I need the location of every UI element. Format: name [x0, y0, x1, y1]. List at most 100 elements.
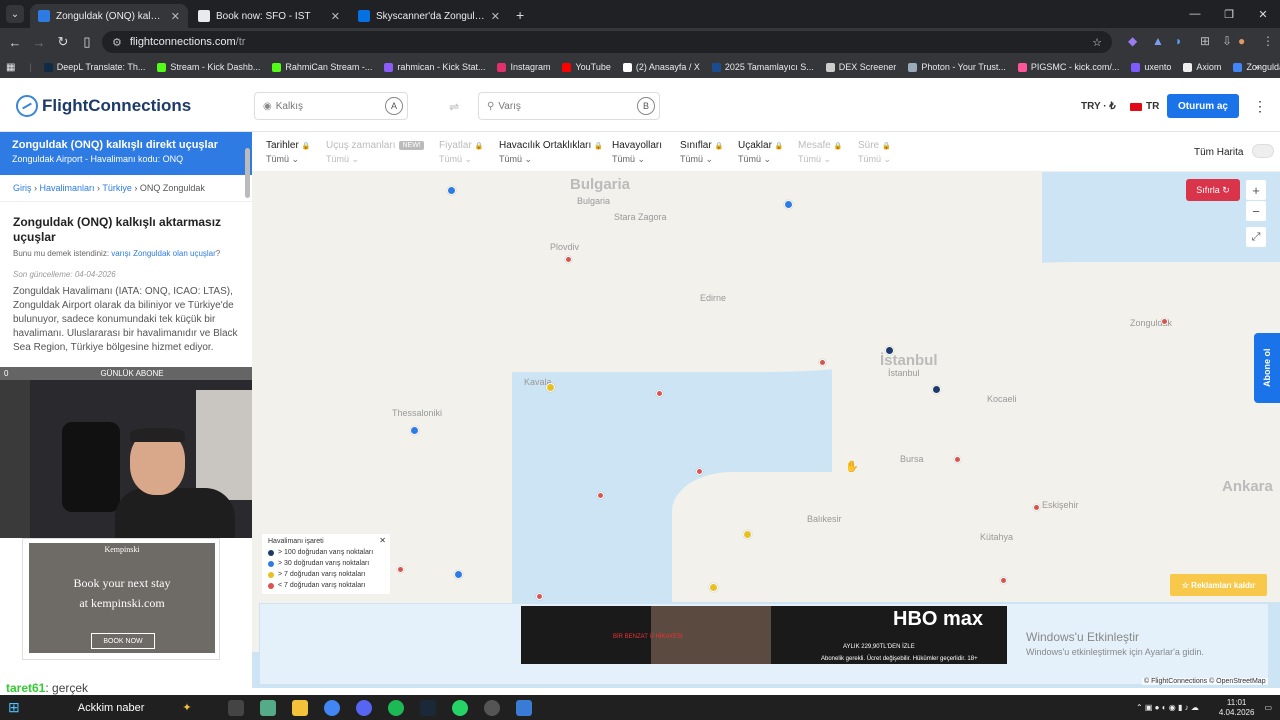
tab-close-icon[interactable]: ✕: [171, 10, 180, 23]
tab-search-icon[interactable]: ⌄: [6, 5, 24, 23]
discord-icon[interactable]: [355, 699, 372, 716]
suggestion-link[interactable]: varışı Zonguldak olan uçuşlar: [111, 249, 216, 258]
apps-grid-icon[interactable]: ▦: [6, 62, 15, 73]
airport-marker[interactable]: [565, 256, 572, 263]
forward-icon[interactable]: →: [27, 35, 51, 50]
filter-dates[interactable]: Tarihler 🔒 Tümü ⌄: [266, 140, 311, 165]
tab-book-now[interactable]: Book now: SFO - IST ✕: [190, 4, 348, 28]
filter-prices[interactable]: Fiyatlar 🔒 Tümü ⌄: [439, 140, 484, 165]
bookmark-item[interactable]: Axiom: [1183, 62, 1221, 72]
bookmark-item[interactable]: Photon - Your Trust...: [908, 62, 1006, 72]
airport-marker[interactable]: [932, 385, 941, 394]
map-attribution[interactable]: © FlightConnections © OpenStreetMap: [1142, 678, 1268, 685]
airport-marker[interactable]: [743, 530, 752, 539]
bookmark-item[interactable]: DeepL Translate: Th...: [43, 62, 145, 72]
bookmark-item[interactable]: 2025 Tamamlayıcı S...: [711, 62, 814, 72]
airport-marker[interactable]: [410, 426, 419, 435]
whatsapp-icon[interactable]: [451, 699, 468, 716]
file-explorer-icon[interactable]: [291, 699, 308, 716]
arrival-input[interactable]: ⚲ Varış B: [478, 92, 660, 120]
new-tab-icon[interactable]: +: [516, 7, 524, 23]
obs-icon[interactable]: [483, 699, 500, 716]
airport-marker[interactable]: [397, 566, 404, 573]
site-info-icon[interactable]: ⚙: [112, 36, 122, 49]
copilot-icon[interactable]: [259, 699, 276, 716]
route-map[interactable]: Bulgaria Bulgaria Stara Zagora Plovdiv E…: [252, 172, 1280, 688]
tab-close-icon[interactable]: ✕: [331, 10, 340, 23]
bookmark-item[interactable]: (2) Anasayfa / X: [622, 62, 700, 72]
browser-menu-icon[interactable]: ⋮: [1262, 34, 1274, 48]
hotel-ad-button[interactable]: BOOK NOW: [91, 633, 155, 649]
notifications-icon[interactable]: ▭: [1264, 703, 1272, 712]
reset-map-button[interactable]: Sıfırla ↻: [1186, 179, 1240, 201]
airport-marker[interactable]: [1033, 504, 1040, 511]
more-menu-icon[interactable]: ⋮: [1253, 98, 1267, 115]
currency-selector[interactable]: TRY · ₺: [1081, 101, 1116, 112]
full-map-toggle[interactable]: [1252, 144, 1274, 158]
extension-icon[interactable]: ◆: [1128, 34, 1137, 48]
bookmark-item[interactable]: RahmiCan Stream -...: [272, 62, 372, 72]
bookmark-item[interactable]: Stream - Kick Dashb...: [157, 62, 260, 72]
airport-marker[interactable]: [696, 468, 703, 475]
airport-marker[interactable]: [656, 390, 663, 397]
airport-marker[interactable]: [784, 200, 793, 209]
bookmark-item[interactable]: PIGSMC - kick.com/...: [1017, 62, 1119, 72]
reload-icon[interactable]: ↻: [51, 34, 75, 50]
back-icon[interactable]: ←: [3, 35, 27, 50]
filter-alliances[interactable]: Havacılık Ortaklıkları 🔒 Tümü ⌄: [499, 140, 603, 165]
airport-marker[interactable]: [819, 359, 826, 366]
taskbar-clock[interactable]: 11:01 4.04.2026: [1219, 698, 1255, 718]
legend-close-icon[interactable]: ✕: [379, 536, 386, 545]
flightconnections-logo[interactable]: FlightConnections: [16, 95, 191, 117]
remove-ads-button[interactable]: ☆ Reklamları kaldır: [1170, 574, 1267, 596]
downloads-icon[interactable]: ⇩: [1222, 34, 1232, 48]
subscribe-side-button[interactable]: Abone ol: [1254, 333, 1280, 403]
hotel-ad[interactable]: Kempinski Book your next stay at kempinsk…: [22, 538, 220, 660]
hbo-max-ad[interactable]: BİR BENZAT Ü HİKAYESİ HBO max AYLIK 229,…: [521, 606, 1007, 664]
filter-flight-times[interactable]: Uçuş zamanları NEW! Tümü ⌄: [326, 140, 424, 165]
sidebar-scrollbar[interactable]: [245, 148, 250, 198]
extension-icon[interactable]: ▲: [1152, 34, 1164, 48]
tab-skyscanner[interactable]: Skyscanner'da Zonguldak-Yeni ✕: [350, 4, 508, 28]
profile-avatar[interactable]: ●: [1238, 34, 1245, 48]
filter-classes[interactable]: Sınıflar 🔒 Tümü ⌄: [680, 140, 723, 165]
spotify-icon[interactable]: [387, 699, 404, 716]
breadcrumb-airports[interactable]: Havalimanları: [40, 183, 95, 193]
airport-marker[interactable]: [885, 346, 894, 355]
filter-distance[interactable]: Mesafe 🔒 Tümü ⌄: [798, 140, 843, 165]
tab-close-icon[interactable]: ✕: [491, 10, 500, 23]
fullscreen-icon[interactable]: ⤢: [1246, 227, 1266, 247]
airport-marker-zonguldak[interactable]: [1161, 318, 1168, 325]
filter-aircraft[interactable]: Uçaklar 🔒 Tümü ⌄: [738, 140, 784, 165]
bookmarks-overflow-icon[interactable]: »: [1254, 62, 1260, 73]
airport-marker[interactable]: [954, 456, 961, 463]
chrome-icon[interactable]: [323, 699, 340, 716]
tray-icons[interactable]: ⌃ ▣ ● ◐ ◉ ▮ ♪ ☁: [1136, 703, 1199, 712]
bookmark-item[interactable]: Instagram: [497, 62, 550, 72]
airport-marker[interactable]: [1000, 577, 1007, 584]
tab-flightconnections[interactable]: Zonguldak (ONQ) kalkışlı direkt ✕: [30, 4, 188, 28]
bookmark-item[interactable]: rahmican - Kick Stat...: [384, 62, 485, 72]
steam-icon[interactable]: [419, 699, 436, 716]
app-icon[interactable]: [515, 699, 532, 716]
minimize-icon[interactable]: —: [1178, 0, 1212, 28]
airport-marker[interactable]: [709, 583, 718, 592]
extension-icon[interactable]: ◗: [1175, 34, 1182, 48]
airport-marker[interactable]: [536, 593, 543, 600]
filter-airlines[interactable]: Havayolları Tümü ⌄: [612, 140, 662, 165]
departure-input[interactable]: ◉ Kalkış A: [254, 92, 408, 120]
bookmark-item[interactable]: DEX Screener: [825, 62, 896, 72]
bookmark-item[interactable]: uxento: [1131, 62, 1171, 72]
zoom-in-button[interactable]: +: [1246, 180, 1266, 200]
restore-icon[interactable]: ❐: [1212, 0, 1246, 28]
login-button[interactable]: Oturum aç: [1167, 94, 1239, 118]
url-field[interactable]: ⚙ flightconnections.com/tr ☆: [102, 31, 1112, 53]
zoom-out-button[interactable]: −: [1246, 201, 1266, 221]
language-selector[interactable]: TR: [1130, 101, 1159, 112]
bookmark-star-icon[interactable]: ☆: [1092, 36, 1102, 49]
close-window-icon[interactable]: ✕: [1246, 0, 1280, 28]
airport-marker[interactable]: [597, 492, 604, 499]
breadcrumb-home[interactable]: Giriş: [13, 183, 32, 193]
side-panel-icon[interactable]: ▯: [75, 34, 99, 50]
extensions-puzzle-icon[interactable]: ⊞: [1200, 34, 1210, 48]
